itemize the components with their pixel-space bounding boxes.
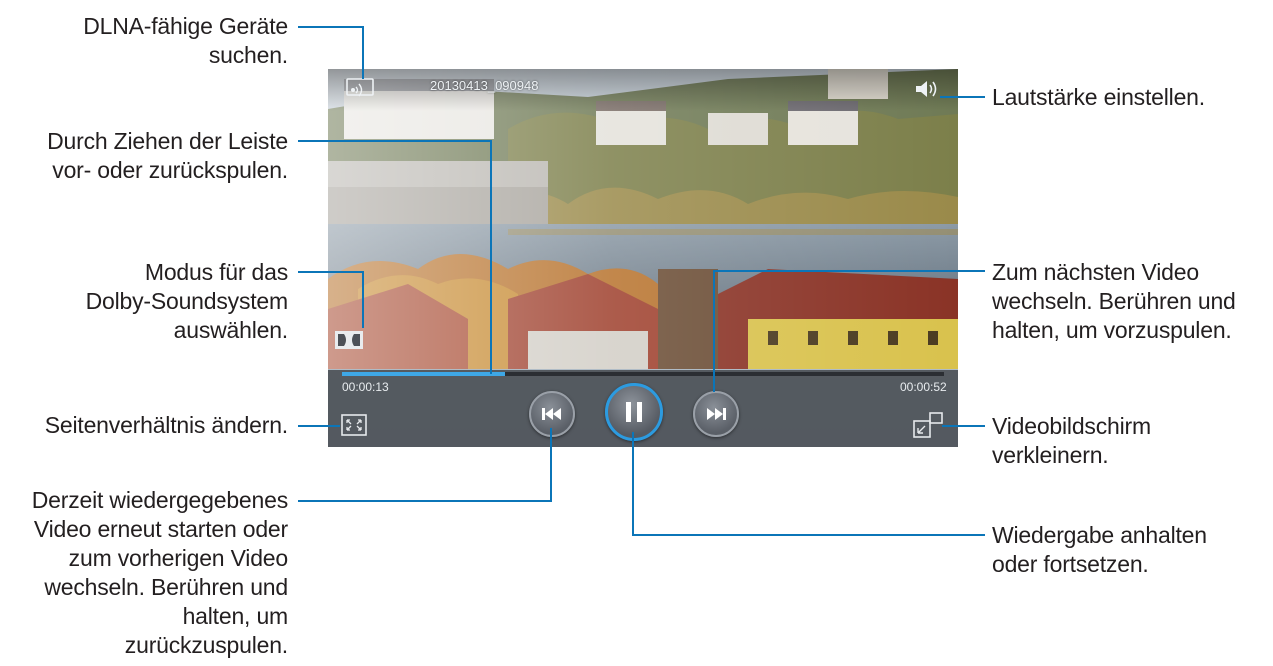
callout-line-next-drop [713,270,715,392]
callout-next-line1: Zum nächsten Video [992,259,1199,285]
callout-play-pause: Wiedergabe anhalten oder fortsetzen. [992,521,1207,579]
callout-previous-line6: zurückzuspulen. [124,632,288,658]
callout-line-aspect [298,425,340,427]
video-filename: 20130413_090948 [430,78,539,93]
callout-dolby-line1: Modus für das [144,259,288,285]
callout-line-dolby [298,271,363,273]
callout-next-line3: halten, um vorzuspulen. [992,317,1232,343]
seek-bar-progress [342,372,505,376]
callout-line-volume [940,96,985,98]
seek-bar[interactable] [342,372,944,376]
speaker-icon[interactable] [913,77,941,101]
callout-minimize-line1: Videobildschirm [992,413,1151,439]
elapsed-time: 00:00:13 [342,380,389,394]
callout-previous-line5: halten, um [182,603,289,629]
callout-volume: Lautstärke einstellen. [992,83,1205,112]
callout-seek: Durch Ziehen der Leiste vor- oder zurück… [47,127,288,185]
callout-seek-line2: vor- oder zurückspulen. [52,157,288,183]
callout-line-dlna-drop [362,26,364,79]
callout-line-minimize [942,425,985,427]
callout-line-seek-drop [490,140,492,374]
callout-minimize-line2: verkleinern. [992,442,1109,468]
video-player-screen[interactable]: 20130413_090948 00:00:13 00:00:52 [328,69,958,447]
popup-player-icon[interactable] [912,411,944,439]
fast-forward-icon [707,408,726,420]
rewind-button[interactable] [529,391,575,437]
callout-dlna-line1: DLNA-fähige Geräte [83,13,288,39]
callout-dolby-line3: auswählen. [173,317,289,343]
callout-dolby-line2: Dolby-Soundsystem [85,288,289,314]
play-pause-button[interactable] [605,383,663,441]
callout-line-dlna [298,26,363,28]
callout-dlna-line2: suchen. [208,42,288,68]
callout-line-next [713,270,985,272]
callout-line-previous-rise [550,428,552,502]
callout-previous-line4: wechseln. Berühren und [44,574,288,600]
callout-play-pause-line2: oder fortsetzen. [992,551,1149,577]
rewind-icon [542,408,561,420]
callout-line-play-pause-rise [632,432,634,536]
callout-dlna: DLNA-fähige Geräte suchen. [83,12,288,70]
callout-aspect: Seitenverhältnis ändern. [45,411,288,440]
callout-previous-line2: Video erneut starten oder [33,516,288,542]
callout-next: Zum nächsten Video wechseln. Berühren un… [992,258,1236,345]
callout-seek-line1: Durch Ziehen der Leiste [47,128,288,154]
callout-previous-line3: zum vorherigen Video [68,545,289,571]
callout-line-seek [298,140,491,142]
callout-line-dolby-drop [362,271,364,328]
total-duration: 00:00:52 [900,380,947,394]
callout-dolby: Modus für das Dolby-Soundsystem auswähle… [85,258,289,345]
callout-line-play-pause [632,534,985,536]
callout-play-pause-line1: Wiedergabe anhalten [992,522,1207,548]
callout-previous-line1: Derzeit wiedergegebenes [31,487,288,513]
top-bar [328,69,958,111]
dolby-icon[interactable] [334,329,364,351]
dlna-icon[interactable] [346,77,374,97]
callout-aspect-line1: Seitenverhältnis ändern. [44,412,288,438]
callout-volume-line1: Lautstärke einstellen. [992,84,1205,110]
callout-previous: Derzeit wiedergegebenes Video erneut sta… [32,486,288,660]
pause-icon [626,402,642,422]
callout-minimize: Videobildschirm verkleinern. [992,412,1151,470]
callout-line-previous [298,500,551,502]
aspect-ratio-icon[interactable] [340,413,368,437]
callout-next-line2: wechseln. Berühren und [992,288,1236,314]
fast-forward-button[interactable] [693,391,739,437]
